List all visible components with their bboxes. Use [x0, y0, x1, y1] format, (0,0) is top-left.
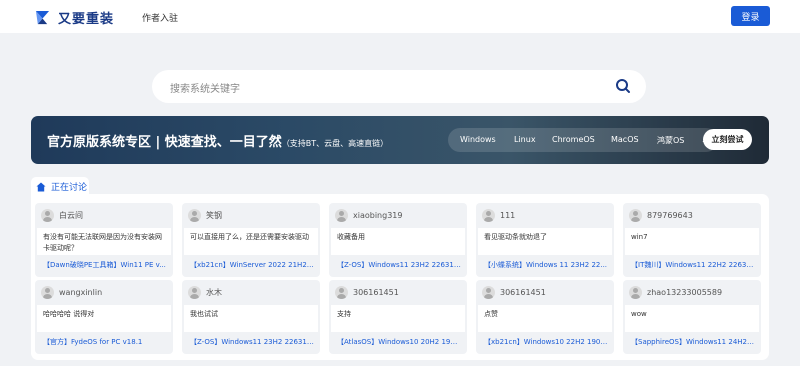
- comment-text: 我也试试: [184, 305, 318, 332]
- discussion-tab-label: 正在讨论: [51, 183, 88, 193]
- discussion-card[interactable]: 水木 我也试试 【Z-OS】Windows11 23H2 22631....: [182, 280, 320, 354]
- brand-name: 又要重装: [58, 12, 115, 27]
- username[interactable]: zhao13233005589: [647, 288, 722, 297]
- avatar: [629, 286, 642, 299]
- comment-text: 哈哈哈哈 说得对: [37, 305, 171, 332]
- os-item-windows[interactable]: Windows: [460, 135, 496, 144]
- username[interactable]: 879769643: [647, 211, 693, 220]
- username[interactable]: wangxinlin: [59, 288, 102, 297]
- discussion-card[interactable]: wangxinlin 哈哈哈哈 说得对 【官方】FydeOS for PC v1…: [35, 280, 173, 354]
- house-icon: [36, 182, 46, 191]
- avatar: [482, 286, 495, 299]
- username[interactable]: 306161451: [500, 288, 546, 297]
- username[interactable]: 111: [500, 211, 515, 220]
- author-join-link[interactable]: 作者入驻: [142, 11, 178, 24]
- card-header: 笑钢: [188, 209, 222, 222]
- referenced-post-link[interactable]: 【xb21cn】Windows10 22H2 1904...: [484, 337, 608, 347]
- avatar: [482, 209, 495, 222]
- comment-text: 点赞: [478, 305, 612, 332]
- card-header: xiaobing319: [335, 209, 402, 222]
- discussion-card[interactable]: 白云间 有没有可能无法联网是因为没有安装网卡驱动呢？ 【Dawn破晓PE工具箱】…: [35, 203, 173, 277]
- username[interactable]: 水木: [206, 287, 222, 298]
- discussion-card[interactable]: zhao13233005589 wow 【SapphireOS】Windows1…: [623, 280, 761, 354]
- comment-text: win7: [625, 228, 759, 255]
- banner-title-text: 官方原版系统专区 | 快速查找、一目了然: [47, 135, 282, 150]
- referenced-post-link[interactable]: 【AtlasOS】Windows10 20H2 190...: [337, 337, 461, 347]
- search-icon[interactable]: [615, 78, 631, 94]
- card-header: zhao13233005589: [629, 286, 722, 299]
- banner-subtitle: （支持BT、云盘、高速直链）: [281, 139, 389, 148]
- avatar: [629, 209, 642, 222]
- username[interactable]: 笑钢: [206, 210, 222, 221]
- comment-text: 有没有可能无法联网是因为没有安装网卡驱动呢？: [37, 228, 171, 255]
- username[interactable]: 306161451: [353, 288, 399, 297]
- card-header: 白云间: [41, 209, 83, 222]
- avatar: [335, 286, 348, 299]
- discussion-panel: 白云间 有没有可能无法联网是因为没有安装网卡驱动呢？ 【Dawn破晓PE工具箱】…: [31, 194, 769, 360]
- avatar: [41, 209, 54, 222]
- card-header: 306161451: [335, 286, 399, 299]
- referenced-post-link[interactable]: 【Z-OS】Windows11 23H2 22631....: [190, 337, 314, 347]
- comment-text: 收藏备用: [331, 228, 465, 255]
- try-now-button[interactable]: 立刻尝试: [703, 129, 752, 150]
- referenced-post-link[interactable]: 【官方】FydeOS for PC v18.1: [43, 337, 167, 347]
- username[interactable]: xiaobing319: [353, 211, 402, 220]
- comment-text: 看见驱动条就劝退了: [478, 228, 612, 255]
- discussion-card[interactable]: 306161451 支持 【AtlasOS】Windows10 20H2 190…: [329, 280, 467, 354]
- brand-logo-icon: [35, 10, 50, 25]
- login-button[interactable]: 登录: [731, 6, 770, 26]
- os-item-harmonyos[interactable]: 鸿蒙OS: [657, 135, 684, 146]
- discussion-card[interactable]: 笑钢 可以直接用了么，还是还需要安装驱动 【xb21cn】WinServer 2…: [182, 203, 320, 277]
- referenced-post-link[interactable]: 【小蝶系统】Windows 11 23H2 22...: [484, 260, 608, 270]
- card-header: 水木: [188, 286, 222, 299]
- card-header: 306161451: [482, 286, 546, 299]
- search-box[interactable]: 搜索系统关键字: [152, 70, 646, 103]
- referenced-post-link[interactable]: 【Z-OS】Windows11 23H2 22631....: [337, 260, 461, 270]
- avatar: [188, 209, 201, 222]
- card-header: wangxinlin: [41, 286, 102, 299]
- referenced-post-link[interactable]: 【SapphireOS】Windows11 24H2 ...: [631, 337, 755, 347]
- site-logo[interactable]: 又要重装: [35, 8, 114, 27]
- banner-title: 官方原版系统专区 | 快速查找、一目了然（支持BT、云盘、高速直链）: [47, 131, 388, 150]
- os-item-chromeos[interactable]: ChromeOS: [552, 135, 595, 144]
- discussion-card[interactable]: 879769643 win7 【IT魏川】Windows11 22H2 2263…: [623, 203, 761, 277]
- avatar: [335, 209, 348, 222]
- os-filter-bar: Windows Linux ChromeOS MacOS 鸿蒙OS ...: [448, 128, 718, 152]
- official-os-banner: 官方原版系统专区 | 快速查找、一目了然（支持BT、云盘、高速直链） Windo…: [31, 116, 769, 164]
- discussion-card[interactable]: 111 看见驱动条就劝退了 【小蝶系统】Windows 11 23H2 22..…: [476, 203, 614, 277]
- avatar: [41, 286, 54, 299]
- comment-text: 可以直接用了么，还是还需要安装驱动: [184, 228, 318, 255]
- referenced-post-link[interactable]: 【xb21cn】WinServer 2022 21H2 ...: [190, 260, 314, 270]
- card-header: 111: [482, 209, 515, 222]
- discussion-card[interactable]: 306161451 点赞 【xb21cn】Windows10 22H2 1904…: [476, 280, 614, 354]
- username[interactable]: 白云间: [59, 210, 83, 221]
- top-navigation-bar: 又要重装 作者入驻 登录: [0, 0, 800, 33]
- avatar: [188, 286, 201, 299]
- search-input[interactable]: 搜索系统关键字: [170, 80, 240, 95]
- comment-text: wow: [625, 305, 759, 332]
- discussion-card[interactable]: xiaobing319 收藏备用 【Z-OS】Windows11 23H2 22…: [329, 203, 467, 277]
- os-item-macos[interactable]: MacOS: [611, 135, 639, 144]
- card-header: 879769643: [629, 209, 693, 222]
- os-item-linux[interactable]: Linux: [514, 135, 536, 144]
- referenced-post-link[interactable]: 【Dawn破晓PE工具箱】Win11 PE v...: [43, 260, 167, 270]
- referenced-post-link[interactable]: 【IT魏川】Windows11 22H2 22631...: [631, 260, 755, 270]
- comment-text: 支持: [331, 305, 465, 332]
